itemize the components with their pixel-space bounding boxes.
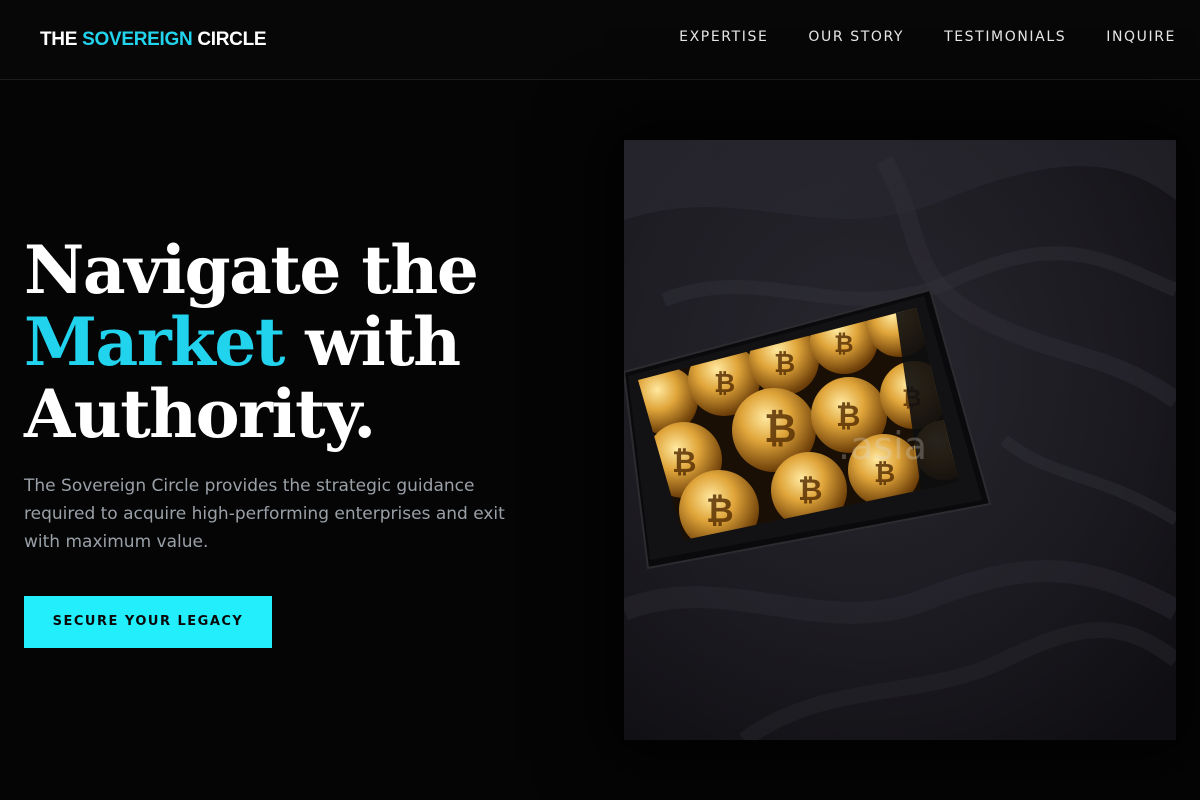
svg-text:₿: ₿ — [714, 369, 735, 399]
nav-expertise[interactable]: EXPERTISE — [679, 29, 768, 45]
svg-text:₿: ₿ — [774, 349, 795, 379]
secure-legacy-button[interactable]: SECURE YOUR LEGACY — [24, 596, 272, 648]
page: THE SOVEREIGN CIRCLE EXPERTISE OUR STORY… — [0, 0, 1200, 800]
svg-text:₿: ₿ — [706, 491, 734, 531]
nav-our-story[interactable]: OUR STORY — [808, 29, 904, 45]
logo-text-accent: SOVEREIGN — [82, 29, 193, 50]
site-logo[interactable]: THE SOVEREIGN CIRCLE — [40, 29, 267, 51]
nav-inquire[interactable]: INQUIRE — [1106, 29, 1176, 45]
hero-title-accent: Market — [24, 303, 285, 381]
hero-title: Navigate the Market with Authority. — [24, 234, 584, 450]
image-watermark: .asia — [838, 424, 928, 468]
hero-title-line1: Navigate the — [24, 231, 479, 309]
svg-text:₿: ₿ — [764, 406, 797, 452]
hero-description: The Sovereign Circle provides the strate… — [24, 476, 505, 552]
svg-text:₿: ₿ — [834, 330, 854, 358]
svg-text:₿: ₿ — [672, 445, 696, 480]
hero-title-line2: with — [283, 303, 461, 381]
main-nav: EXPERTISE OUR STORY TESTIMONIALS INQUIRE — [679, 29, 1176, 45]
logo-text-suffix: CIRCLE — [192, 29, 267, 50]
site-header: THE SOVEREIGN CIRCLE EXPERTISE OUR STORY… — [0, 0, 1200, 80]
nav-testimonials[interactable]: TESTIMONIALS — [944, 29, 1066, 45]
logo-text-prefix: THE — [40, 29, 83, 50]
svg-text:₿: ₿ — [798, 473, 822, 508]
hero-title-line3: Authority. — [24, 375, 376, 453]
